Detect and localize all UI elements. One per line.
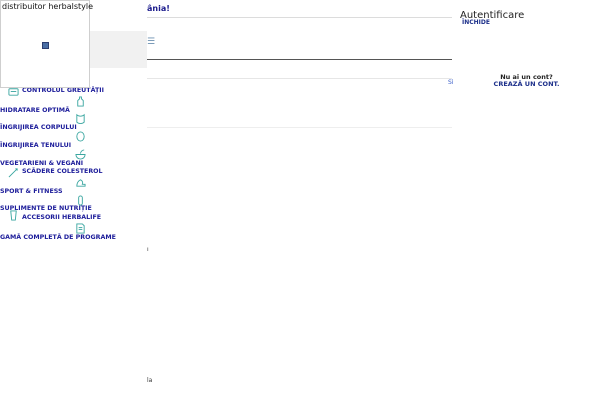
image-tooltip: distribuitor herbalstyle xyxy=(0,0,94,88)
shaker-icon xyxy=(10,210,17,221)
divider xyxy=(147,78,452,79)
leaf-bowl-icon xyxy=(75,149,86,160)
category-link[interactable]: SCĂDERE COLESTEROL xyxy=(22,168,103,175)
category-link[interactable]: ACCESORII HERBALIFE xyxy=(22,214,101,221)
divider xyxy=(147,59,452,60)
text-fragment: ı xyxy=(147,246,149,253)
category-link[interactable]: ÎNGRIJIREA CORPULUI xyxy=(0,124,77,131)
broken-image-icon xyxy=(42,42,49,49)
header-panel xyxy=(90,31,147,68)
category-link[interactable]: HIDRATARE OPTIMĂ xyxy=(0,107,70,114)
category-link[interactable]: GAMĂ COMPLETĂ DE PROGRAME xyxy=(0,234,116,241)
page-headline-fragment: ânia! xyxy=(147,4,170,13)
create-account-link[interactable]: CREAZĂ UN CONT. xyxy=(453,80,600,88)
text-fragment: la xyxy=(147,377,153,384)
close-button[interactable]: ÎNCHIDE xyxy=(462,19,490,26)
category-link[interactable]: VEGETARIENI & VEGANI xyxy=(0,160,83,167)
divider xyxy=(147,127,452,128)
bottle-icon xyxy=(77,96,84,107)
face-icon xyxy=(76,131,85,142)
muscle-icon xyxy=(76,179,86,187)
category-link[interactable]: SPORT & FITNESS xyxy=(0,188,63,195)
heart-pulse-icon xyxy=(8,168,18,178)
category-link[interactable]: CONTROLUL GREUTĂȚII xyxy=(22,87,104,94)
menu-icon[interactable]: ☰ xyxy=(147,37,155,47)
tooltip-title: distribuitor herbalstyle xyxy=(2,2,94,11)
category-link[interactable]: ÎNGRIJIREA TENULUI xyxy=(0,142,71,149)
divider xyxy=(147,17,452,18)
document-icon xyxy=(76,223,85,234)
body-icon xyxy=(76,113,85,124)
